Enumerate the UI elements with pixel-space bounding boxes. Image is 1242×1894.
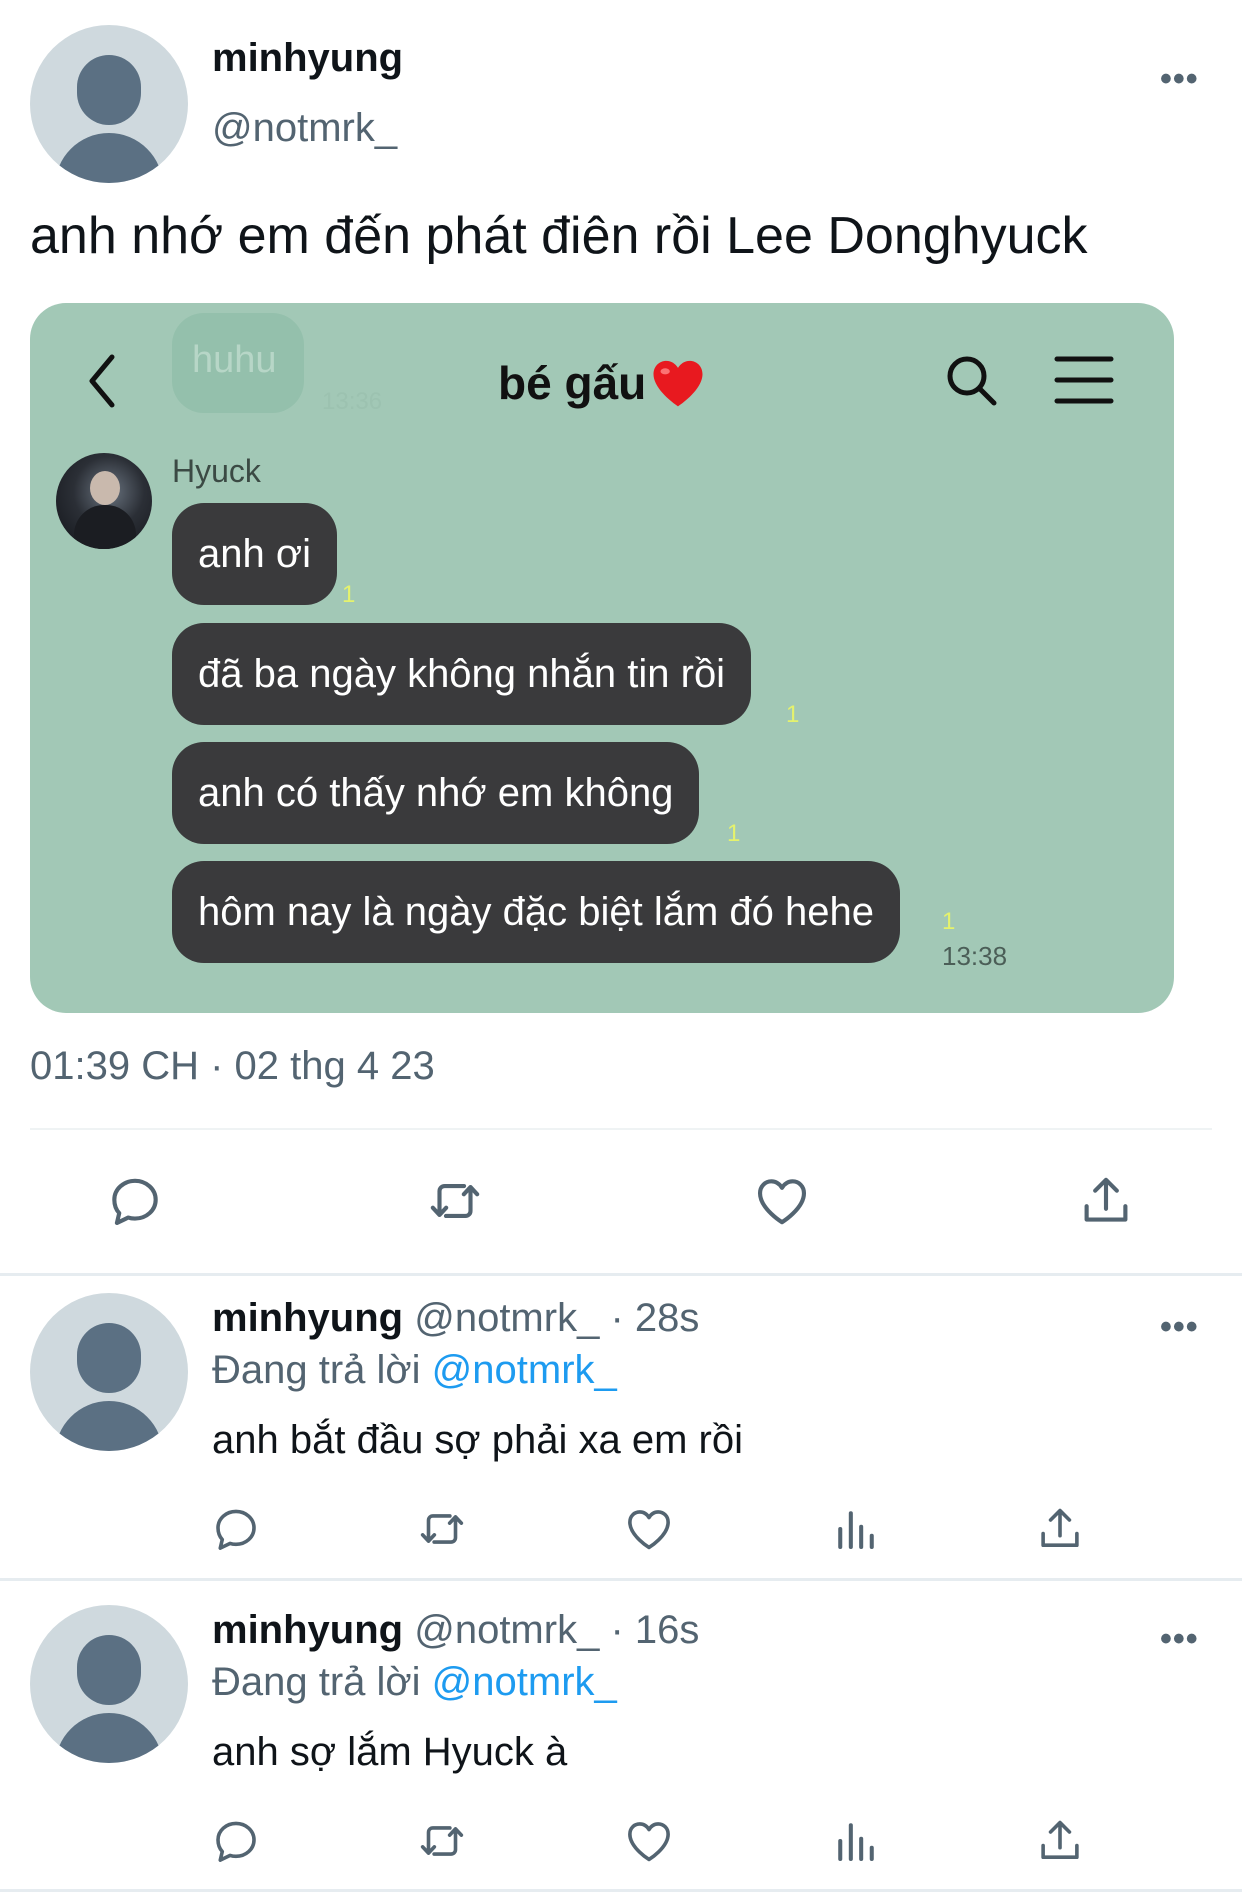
search-icon[interactable] xyxy=(942,351,1002,411)
reply-text: anh sợ lắm Hyuck à xyxy=(212,1730,568,1774)
faded-bubble-text: huhu xyxy=(192,339,277,381)
like-icon[interactable] xyxy=(622,1502,676,1556)
author-handle[interactable]: @notmrk_ xyxy=(414,1608,599,1652)
more-options-icon[interactable]: ••• xyxy=(1160,1620,1199,1659)
reply-time: · 28s xyxy=(610,1296,700,1340)
more-options-icon[interactable]: ••• xyxy=(1160,1308,1199,1347)
replying-to-link[interactable]: @notmrk_ xyxy=(432,1348,617,1392)
message-bubble: anh ơi xyxy=(172,503,337,605)
message-time: 13:38 xyxy=(942,941,1008,971)
unread-count: 1 xyxy=(342,581,356,608)
unread-count: 1 xyxy=(786,701,800,728)
tweet-timestamp[interactable]: 01:39 CH · 02 thg 4 23 xyxy=(30,1044,435,1089)
retweet-icon[interactable] xyxy=(415,1814,469,1868)
comment-icon[interactable] xyxy=(209,1502,263,1556)
author-handle[interactable]: @notmrk_ xyxy=(414,1296,599,1340)
divider xyxy=(0,1889,1242,1892)
chat-title-wrap: bé gấu xyxy=(498,353,706,413)
views-icon[interactable] xyxy=(829,1502,883,1556)
replying-to-link[interactable]: @notmrk_ xyxy=(432,1660,617,1704)
more-options-icon[interactable]: ••• xyxy=(1160,60,1199,99)
share-icon[interactable] xyxy=(1033,1502,1087,1556)
author-name[interactable]: minhyung xyxy=(212,1296,403,1340)
avatar[interactable] xyxy=(30,25,188,183)
back-arrow-icon[interactable] xyxy=(82,351,122,411)
sender-avatar[interactable] xyxy=(56,453,152,549)
retweet-icon[interactable] xyxy=(424,1170,486,1232)
reply-time: · 16s xyxy=(610,1608,700,1652)
divider xyxy=(0,1578,1242,1581)
like-icon[interactable] xyxy=(622,1814,676,1868)
share-icon[interactable] xyxy=(1033,1814,1087,1868)
like-icon[interactable] xyxy=(751,1170,813,1232)
unread-count: 1 xyxy=(727,820,741,847)
sender-name: Hyuck xyxy=(172,453,261,489)
author-name[interactable]: minhyung xyxy=(212,36,403,81)
replying-to: Đang trả lời @notmrk_ xyxy=(212,1348,617,1393)
menu-icon[interactable] xyxy=(1054,355,1114,405)
unread-count: 1 xyxy=(942,908,956,935)
comment-icon[interactable] xyxy=(104,1170,166,1232)
faded-time: 13:36 xyxy=(322,388,383,415)
replying-label: Đang trả lời xyxy=(212,1348,421,1392)
avatar[interactable] xyxy=(30,1605,188,1763)
author-handle[interactable]: @notmrk_ xyxy=(212,106,397,151)
divider xyxy=(30,1128,1212,1130)
message-bubble: anh có thấy nhớ em không xyxy=(172,742,700,844)
divider xyxy=(0,1273,1242,1276)
comment-icon[interactable] xyxy=(209,1814,263,1868)
avatar[interactable] xyxy=(30,1293,188,1451)
tweet-image[interactable]: huhu 13:36 bé gấu Hyuck anh ơi 1 đã ba n… xyxy=(30,303,1174,1013)
reply-header: minhyung @notmrk_ · 16s xyxy=(212,1608,699,1653)
message-bubble: đã ba ngày không nhắn tin rồi xyxy=(172,623,752,725)
replying-label: Đang trả lời xyxy=(212,1660,421,1704)
views-icon[interactable] xyxy=(829,1814,883,1868)
author-name[interactable]: minhyung xyxy=(212,1608,403,1652)
replying-to: Đang trả lời @notmrk_ xyxy=(212,1660,617,1705)
retweet-icon[interactable] xyxy=(415,1502,469,1556)
tweet-text: anh nhớ em đến phát điên rồi Lee Donghyu… xyxy=(30,207,1088,265)
chat-title: bé gấu xyxy=(498,357,647,409)
share-icon[interactable] xyxy=(1075,1170,1137,1232)
reply-header: minhyung @notmrk_ · 28s xyxy=(212,1296,699,1341)
message-bubble: hôm nay là ngày đặc biệt lắm đó hehe xyxy=(172,861,900,963)
reply-text: anh bắt đầu sợ phải xa em rồi xyxy=(212,1418,743,1462)
heart-emoji-icon xyxy=(653,360,703,407)
